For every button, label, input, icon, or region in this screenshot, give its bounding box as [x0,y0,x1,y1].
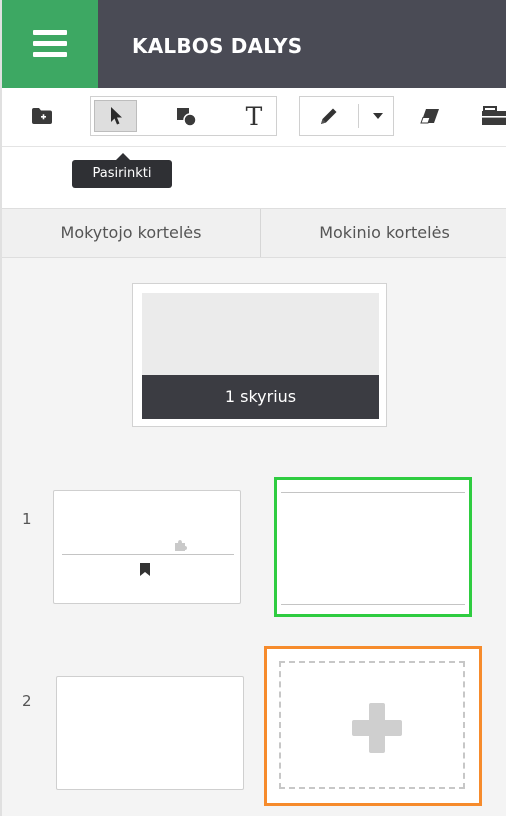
toolbar: T [2,88,506,147]
card-divider-line [62,554,234,555]
row-number: 1 [22,510,32,528]
pen-tool-button[interactable] [304,96,354,136]
eraser-tool-button[interactable] [410,96,450,136]
pen-options-dropdown[interactable] [364,96,392,136]
teacher-card-2[interactable] [56,676,244,790]
student-card-1-selected[interactable] [274,477,472,617]
cursor-arrow-icon [110,107,122,125]
bookmark-icon [140,563,150,576]
shapes-icon [177,108,197,127]
card-top-line [281,492,465,493]
card-tabs: Mokytojo kortelės Mokinio kortelės [2,208,506,258]
hamburger-menu-button[interactable] [2,0,98,88]
text-T-icon: T [245,101,263,131]
caret-down-icon [373,113,383,119]
pencil-icon [321,108,337,124]
shapes-tool-button[interactable] [159,96,213,136]
puzzle-icon [175,540,187,551]
text-tool-button[interactable]: T [232,96,276,136]
pen-group-divider [358,104,359,128]
toolbox-button[interactable] [480,96,506,136]
select-tooltip: Pasirinkti [72,153,172,188]
add-folder-button[interactable] [22,96,62,136]
card-bottom-line [281,604,465,605]
select-tool-button[interactable] [94,100,137,132]
chapter-card[interactable]: 1 skyrius [132,283,387,427]
eraser-icon [420,109,439,124]
chapter-thumbnail [142,293,379,375]
tab-student-cards[interactable]: Mokinio kortelės [261,209,506,257]
app-title: KALBOS DALYS [132,34,303,58]
chapter-label: 1 skyrius [142,375,379,419]
folder-plus-icon [32,108,52,124]
teacher-card-1[interactable] [53,490,241,604]
add-card-placeholder [279,661,465,789]
tab-teacher-cards[interactable]: Mokytojo kortelės [2,209,260,257]
add-student-card-button[interactable] [264,646,482,806]
row-number: 2 [22,692,32,710]
app-header: KALBOS DALYS [2,0,506,88]
toolbox-icon [482,106,506,125]
